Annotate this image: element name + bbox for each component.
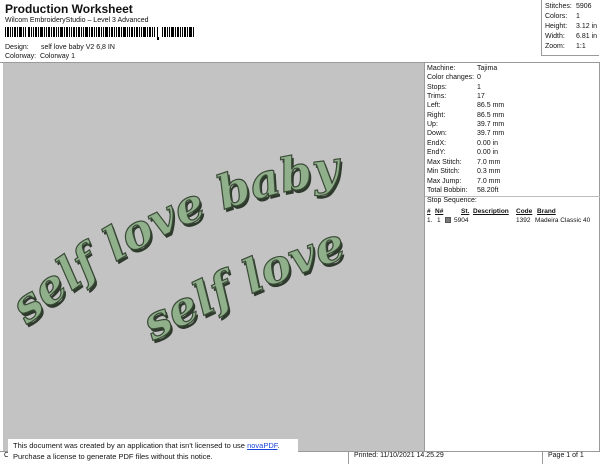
design-label: Design:: [5, 44, 29, 51]
stops-value: 1: [477, 84, 481, 91]
total-bobbin-value: 58.20ft: [477, 187, 499, 194]
design-info-box: Stitches: 5906 Colors: 1 Height: 3.12 in Wi…: [541, 0, 599, 56]
license-notice: This document was created by an applicat…: [8, 439, 298, 463]
endy-row: EndY: 0.00 in: [427, 148, 498, 157]
trims-label: Trims:: [427, 93, 447, 100]
seq-row-st: 5904: [454, 217, 469, 224]
left-row: Left: 86.5 mm: [427, 101, 504, 110]
endx-label: EndX:: [427, 140, 447, 147]
down-label: Down:: [427, 130, 447, 137]
notice-period: .: [277, 441, 280, 450]
notice-line-2: Purchase a license to generate PDF files…: [13, 452, 213, 461]
page-number: Page 1 of 1: [548, 452, 584, 459]
seq-row-code: 1392: [516, 217, 531, 224]
max-jump-value: 7.0 mm: [477, 178, 501, 185]
min-stitch-row: Min Stitch: 0.3 mm: [427, 167, 500, 176]
max-jump-row: Max Jump: 7.0 mm: [427, 177, 500, 186]
color-changes-value: 0: [477, 74, 481, 81]
seq-header-description: Description: [473, 208, 509, 215]
right-label: Right:: [427, 112, 446, 119]
design-value: self love baby V2 6,8 IN: [40, 44, 115, 51]
endy-label: EndY:: [427, 149, 446, 156]
min-stitch-value: 0.3 mm: [477, 168, 501, 175]
thread-color-swatch: [445, 217, 451, 223]
design-preview: self love baby self love baby self love …: [0, 63, 424, 451]
max-stitch-label: Max Stitch:: [427, 159, 462, 166]
max-jump-label: Max Jump:: [427, 178, 462, 185]
colorway-label: Colorway:: [5, 53, 37, 60]
design-row: Design: self love baby V2 6,8 IN: [5, 44, 115, 51]
trims-value: 17: [477, 93, 485, 100]
printed-date: Printed: 11/10/2021 14.25.29: [354, 452, 444, 459]
stitches-value: 5906: [576, 3, 592, 10]
seq-header-num: #: [427, 208, 431, 215]
seq-header-code: Code: [516, 208, 533, 215]
stitches-label: Stitches:: [545, 3, 572, 10]
down-value: 39.7 mm: [477, 130, 505, 137]
barcode: [5, 27, 194, 40]
total-bobbin-label: Total Bobbin:: [427, 187, 468, 194]
zoom-label: Zoom:: [545, 43, 565, 50]
max-stitch-value: 7.0 mm: [477, 159, 501, 166]
down-row: Down: 39.7 mm: [427, 129, 504, 138]
seq-header-brand: Brand: [537, 208, 556, 215]
machine-label: Machine:: [427, 65, 456, 72]
seq-row-brand: Madeira Classic 40: [535, 217, 591, 224]
right-value: 86.5 mm: [477, 112, 505, 119]
height-value: 3.12 in: [576, 23, 598, 30]
endx-row: EndX: 0.00 in: [427, 139, 498, 148]
software-name: Wilcom EmbroideryStudio – Level 3 Advanc…: [5, 17, 149, 24]
left-label: Left:: [427, 102, 441, 109]
stop-sequence-title: Stop Sequence:: [427, 197, 477, 204]
notice-line-1: This document was created by an applicat…: [13, 440, 298, 451]
width-row: Width: 6.81 in: [545, 32, 599, 42]
width-label: Width:: [545, 33, 565, 40]
stops-label: Stops:: [427, 84, 447, 91]
embroidery-artwork: self love baby self love baby self love …: [0, 139, 354, 354]
notice-text: This document was created by an applicat…: [13, 441, 248, 450]
machine-row: Machine: Tajima: [427, 64, 497, 73]
machine-value: Tajima: [477, 65, 498, 72]
zoom-row: Zoom: 1:1: [545, 42, 599, 52]
colors-label: Colors:: [545, 13, 568, 20]
width-value: 6.81 in: [576, 33, 598, 40]
right-row: Right: 86.5 mm: [427, 111, 504, 120]
colors-value: 1: [576, 13, 580, 20]
seq-header-st: St.: [461, 208, 470, 215]
max-stitch-row: Max Stitch: 7.0 mm: [427, 158, 500, 167]
color-changes-row: Color changes: 0: [427, 73, 481, 82]
left-value: 86.5 mm: [477, 102, 505, 109]
page-title: Production Worksheet: [5, 2, 133, 16]
up-row: Up: 39.7 mm: [427, 120, 504, 129]
novapdf-link[interactable]: novaPDF: [247, 441, 277, 450]
machine-stats-panel: Machine: Tajima Color changes: 0 Stops: 1 T…: [424, 63, 600, 451]
min-stitch-label: Min Stitch:: [427, 168, 460, 175]
up-value: 39.7 mm: [477, 121, 505, 128]
footer-separator: [542, 451, 543, 464]
color-changes-label: Color changes:: [427, 74, 475, 81]
colors-row: Colors: 1: [545, 12, 599, 22]
zoom-value: 1:1: [576, 43, 586, 50]
seq-row-num: 1.: [427, 217, 433, 224]
colorway-value: Colorway 1: [39, 53, 75, 60]
endx-value: 0.00 in: [477, 140, 499, 147]
up-label: Up:: [427, 121, 438, 128]
endy-value: 0.00 in: [477, 149, 499, 156]
total-bobbin-row: Total Bobbin: 58.20ft: [427, 186, 498, 195]
stitches-row: Stitches: 5906: [545, 2, 599, 12]
seq-header-n: N#: [435, 208, 444, 215]
footer-separator: [348, 451, 349, 464]
height-label: Height:: [545, 23, 568, 30]
trims-row: Trims: 17: [427, 92, 485, 101]
height-row: Height: 3.12 in: [545, 22, 599, 32]
seq-row-n: 1: [437, 217, 441, 224]
stops-row: Stops: 1: [427, 83, 481, 92]
colorway-row: Colorway: Colorway 1: [5, 53, 75, 60]
